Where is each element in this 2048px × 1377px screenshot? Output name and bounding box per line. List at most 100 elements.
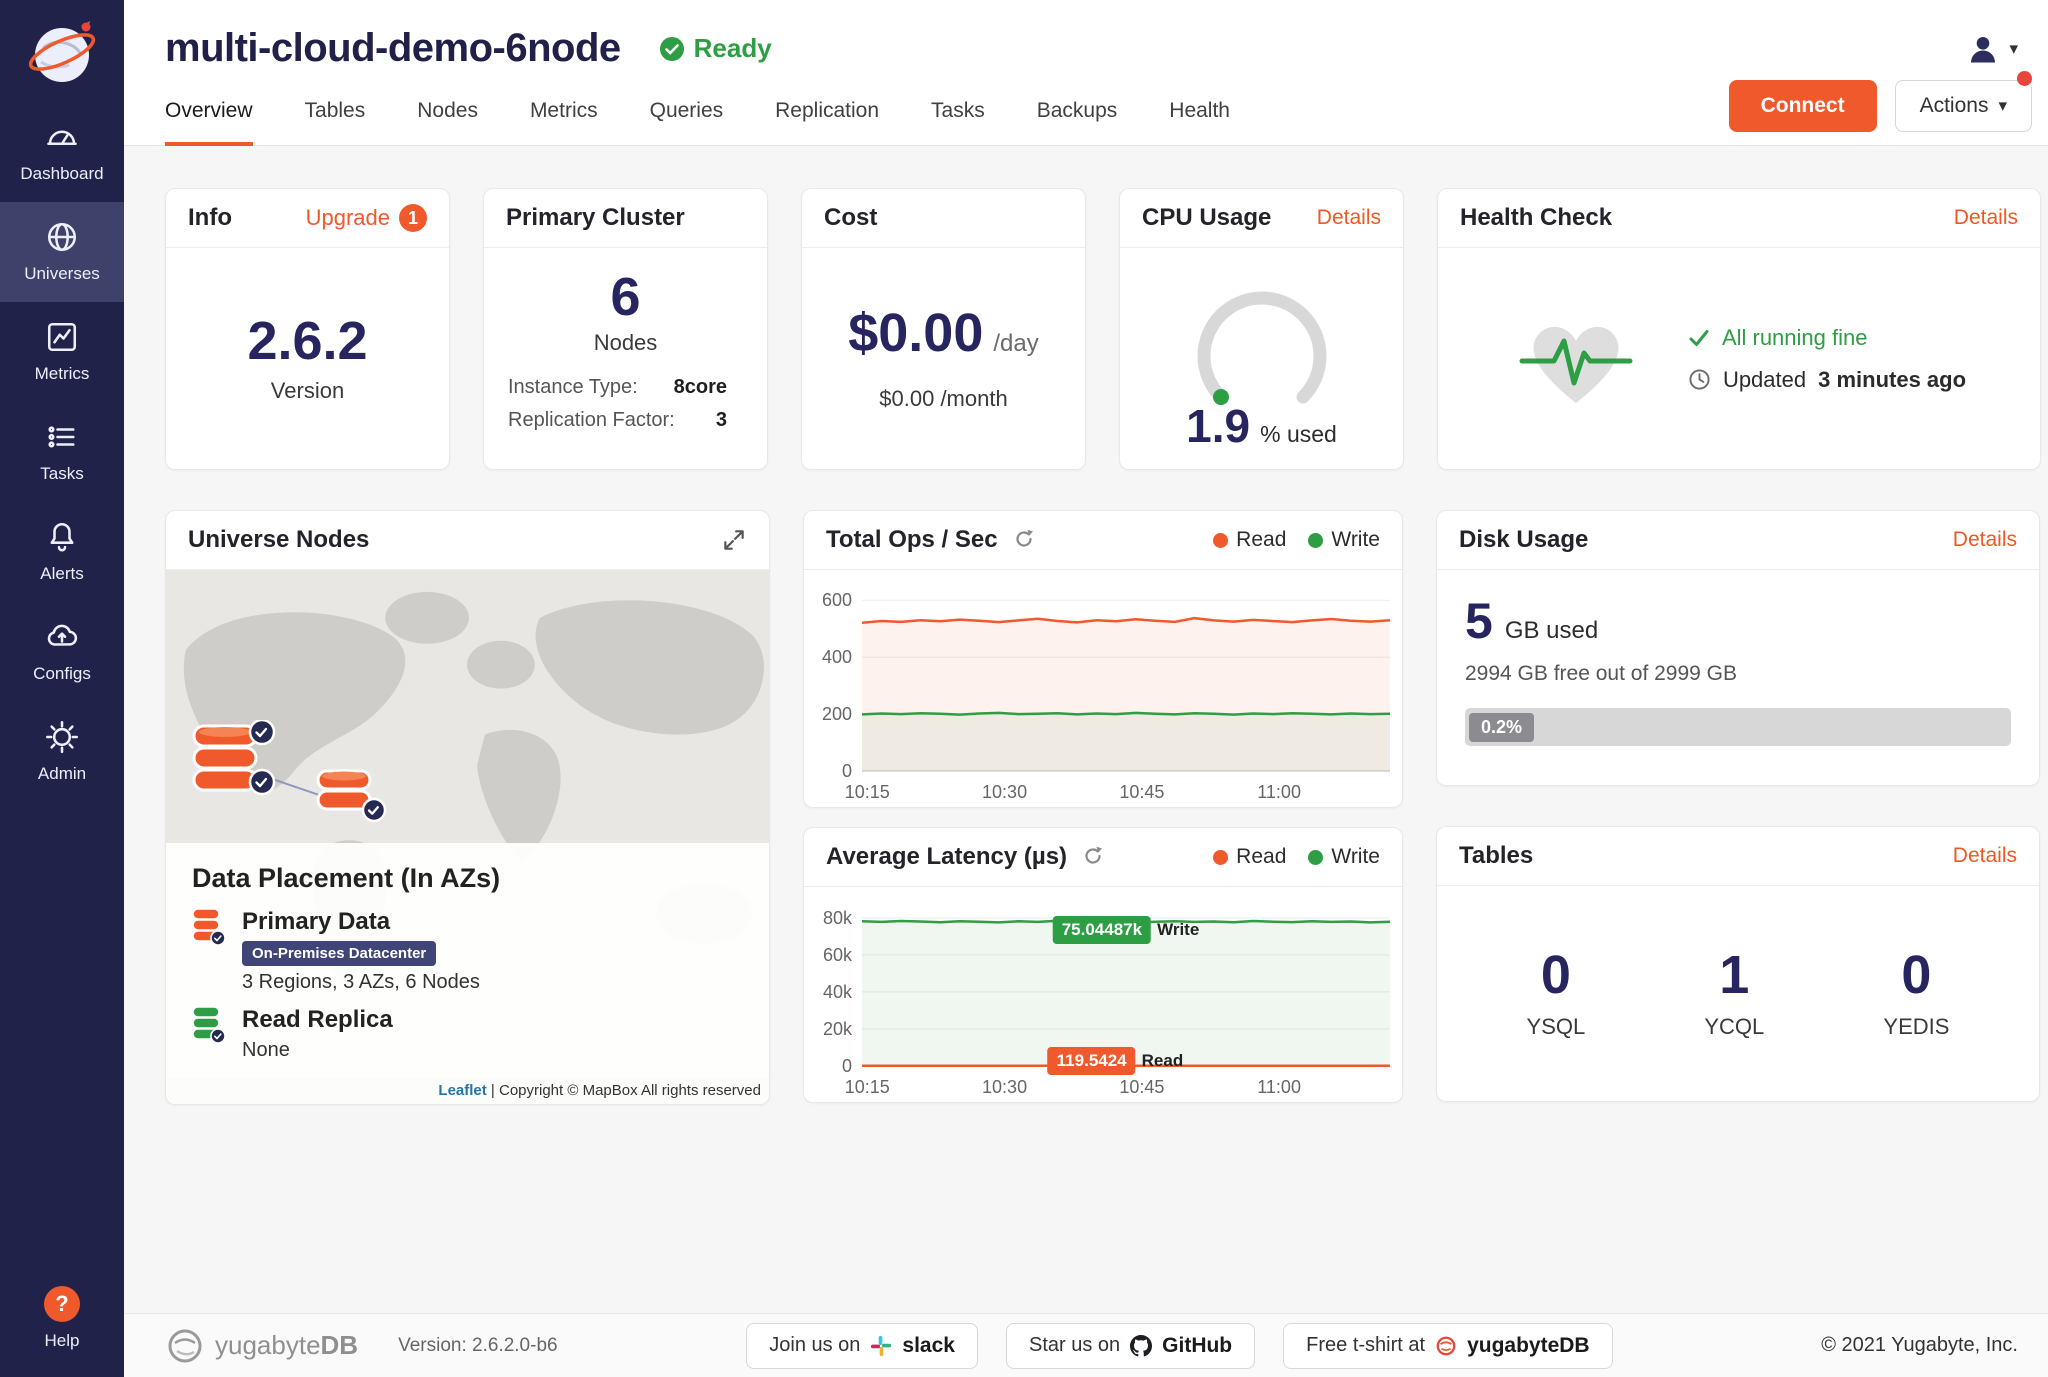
dashboard-icon — [44, 119, 80, 155]
clock-icon — [1688, 368, 1711, 391]
refresh-icon[interactable] — [1081, 845, 1105, 869]
replication-factor-row: Replication Factor: 3 — [508, 409, 727, 432]
sidebar-item-label: Universes — [24, 264, 100, 284]
sidebar: Dashboard Universes Metrics Tasks — [0, 0, 124, 1377]
avatar-icon — [1965, 31, 2001, 67]
card-title: Primary Cluster — [506, 204, 685, 232]
legend-write[interactable]: Write — [1308, 845, 1380, 869]
svg-text:10:45: 10:45 — [1119, 782, 1164, 802]
db-cluster-icon-primary — [190, 720, 286, 812]
cpu-details-link[interactable]: Details — [1317, 206, 1381, 230]
sidebar-item-help[interactable]: ? Help — [0, 1269, 124, 1377]
sidebar-item-label: Configs — [33, 664, 91, 684]
total-ops-card: Total Ops / Sec Read — [803, 510, 1403, 808]
db-cluster-icon-secondary — [314, 766, 392, 832]
github-link[interactable]: Star us on GitHub — [1006, 1323, 1255, 1369]
tab-nodes[interactable]: Nodes — [417, 77, 478, 146]
tables-details-link[interactable]: Details — [1953, 844, 2017, 868]
tab-overview[interactable]: Overview — [165, 77, 253, 146]
toolbar: Connect Actions ▾ — [1729, 77, 2032, 145]
replication-factor-value: 3 — [716, 409, 727, 432]
metrics-chart-icon — [44, 319, 80, 355]
chevron-down-icon: ▾ — [1998, 96, 2007, 116]
slack-link[interactable]: Join us on slack — [746, 1323, 978, 1369]
slack-label: slack — [902, 1334, 955, 1358]
sidebar-item-alerts[interactable]: Alerts — [0, 502, 124, 602]
tshirt-label: yugabyteDB — [1467, 1334, 1590, 1358]
sidebar-item-tasks[interactable]: Tasks — [0, 402, 124, 502]
sidebar-item-label: Admin — [38, 764, 86, 784]
sidebar-item-label: Tasks — [40, 464, 83, 484]
tab-queries[interactable]: Queries — [650, 77, 724, 146]
yedis-count-col: 0 YEDIS — [1883, 948, 1949, 1040]
sidebar-nav: Dashboard Universes Metrics Tasks — [0, 102, 124, 802]
app-logo[interactable] — [0, 0, 124, 102]
status-text: Ready — [694, 33, 772, 64]
ycql-count: 1 — [1719, 948, 1749, 1002]
legend-read[interactable]: Read — [1213, 528, 1286, 552]
svg-text:60k: 60k — [823, 945, 853, 965]
tab-backups[interactable]: Backups — [1037, 77, 1118, 146]
sidebar-item-admin[interactable]: Admin — [0, 702, 124, 802]
sidebar-item-configs[interactable]: Configs — [0, 602, 124, 702]
tab-tables[interactable]: Tables — [305, 77, 366, 146]
upgrade-link[interactable]: Upgrade 1 — [306, 204, 427, 232]
sidebar-item-label: Help — [45, 1331, 80, 1351]
instance-type-value: 8core — [674, 376, 727, 399]
sidebar-item-universes[interactable]: Universes — [0, 202, 124, 302]
tshirt-link[interactable]: Free t-shirt at yugabyteDB — [1283, 1323, 1612, 1369]
slack-icon — [870, 1335, 892, 1357]
sidebar-item-dashboard[interactable]: Dashboard — [0, 102, 124, 202]
health-status-row: All running fine — [1688, 325, 1966, 351]
avg-latency-card: Average Latency (µs) Read — [803, 827, 1403, 1103]
tab-metrics[interactable]: Metrics — [530, 77, 598, 146]
tab-tasks[interactable]: Tasks — [931, 77, 985, 146]
svg-text:10:15: 10:15 — [845, 1077, 890, 1097]
connect-button[interactable]: Connect — [1729, 80, 1877, 132]
leaflet-link[interactable]: Leaflet — [438, 1082, 486, 1099]
health-details-link[interactable]: Details — [1954, 206, 2018, 230]
notification-dot — [2017, 71, 2032, 86]
card-title: Tables — [1459, 842, 1533, 870]
tab-replication[interactable]: Replication — [775, 77, 879, 146]
health-check-card: Health Check Details — [1437, 188, 2041, 470]
version-label: Version — [271, 378, 344, 404]
tshirt-prefix: Free t-shirt at — [1306, 1334, 1425, 1357]
svg-text:10:45: 10:45 — [1119, 1077, 1164, 1097]
disk-details-link[interactable]: Details — [1953, 528, 2017, 552]
upgrade-label: Upgrade — [306, 205, 390, 231]
universe-nodes-card: Universe Nodes — [165, 510, 770, 1105]
svg-text:200: 200 — [822, 704, 852, 724]
world-map[interactable]: Data Placement (In AZs) — [166, 570, 769, 1104]
expand-icon[interactable] — [721, 527, 747, 553]
page-title: multi-cloud-demo-6node — [165, 26, 621, 71]
tasks-list-icon — [44, 419, 80, 455]
read-replica-desc: None — [242, 1039, 393, 1062]
legend-write[interactable]: Write — [1308, 528, 1380, 552]
tab-health[interactable]: Health — [1169, 77, 1230, 146]
dashboard-content: Info Upgrade 1 2.6.2 Version Primary Clu — [124, 146, 2048, 1313]
footer-links: Join us on slack Star us on GitHub Free … — [746, 1323, 1612, 1369]
primary-data-row: Primary Data On-Premises Datacenter 3 Re… — [192, 908, 743, 994]
ycql-label: YCQL — [1704, 1014, 1764, 1040]
footer-version: Version: 2.6.2.0-b6 — [398, 1335, 558, 1357]
tables-card: Tables Details 0 YSQL 1 YCQL 0 — [1436, 826, 2040, 1102]
user-menu[interactable]: ▾ — [1965, 31, 2018, 67]
card-title: Info — [188, 204, 232, 232]
disk-used-value: 5 — [1465, 596, 1493, 646]
actions-button[interactable]: Actions ▾ — [1895, 80, 2032, 132]
read-dot — [1213, 533, 1228, 548]
legend-read-label: Read — [1236, 528, 1286, 552]
ysql-count: 0 — [1541, 948, 1571, 1002]
sidebar-item-metrics[interactable]: Metrics — [0, 302, 124, 402]
legend-write-label: Write — [1331, 845, 1380, 869]
copyright-text: © 2021 Yugabyte, Inc. — [1821, 1334, 2018, 1357]
svg-text:80k: 80k — [823, 908, 853, 928]
nodes-label: Nodes — [594, 330, 658, 356]
refresh-icon[interactable] — [1012, 528, 1036, 552]
svg-text:11:00: 11:00 — [1257, 782, 1301, 802]
card-title: Universe Nodes — [188, 526, 369, 554]
upgrade-count-badge: 1 — [399, 204, 427, 232]
legend-read[interactable]: Read — [1213, 845, 1286, 869]
disk-used-label: GB used — [1505, 617, 1598, 645]
